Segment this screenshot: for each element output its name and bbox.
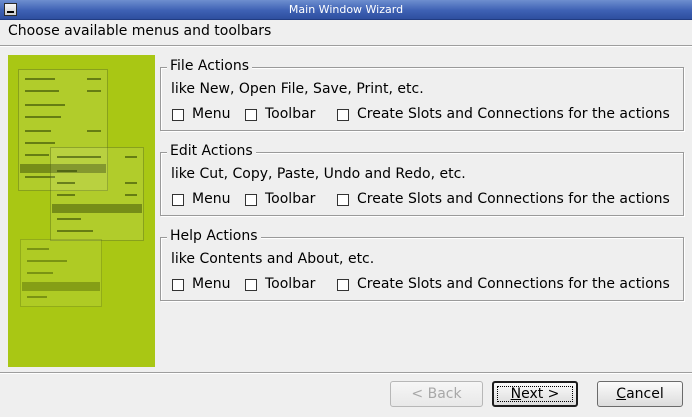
illustration-menu-3: [20, 239, 102, 307]
file-actions-description: like New, Open File, Save, Print, etc.: [171, 81, 424, 97]
checkbox-icon[interactable]: [245, 194, 257, 206]
help-toolbar-label: Toolbar: [265, 276, 316, 292]
checkbox-icon[interactable]: [245, 279, 257, 291]
help-actions-title: Help Actions: [167, 228, 261, 244]
help-slots-label: Create Slots and Connections for the act…: [357, 276, 670, 292]
help-menu-label: Menu: [192, 276, 231, 292]
help-actions-group: Help Actions like Contents and About, et…: [160, 228, 684, 301]
help-actions-description: like Contents and About, etc.: [171, 251, 375, 267]
cancel-button[interactable]: Cancel: [597, 381, 683, 407]
back-button-label: < Back: [411, 386, 462, 402]
page-heading: Choose available menus and toolbars: [8, 23, 272, 39]
cancel-label-rest: ancel: [626, 386, 664, 402]
edit-slots-label: Create Slots and Connections for the act…: [357, 191, 670, 207]
checkbox-icon[interactable]: [172, 194, 184, 206]
top-separator: [0, 45, 692, 47]
title-bar[interactable]: Main Window Wizard: [0, 0, 692, 20]
checkbox-icon[interactable]: [337, 109, 349, 121]
wizard-illustration: [8, 55, 155, 367]
window-title: Main Window Wizard: [288, 3, 404, 16]
cancel-button-label: Cancel: [616, 386, 663, 402]
bottom-separator: [0, 372, 692, 374]
file-slots-label: Create Slots and Connections for the act…: [357, 106, 670, 122]
checkbox-icon[interactable]: [172, 109, 184, 121]
checkbox-icon[interactable]: [337, 279, 349, 291]
checkbox-icon[interactable]: [245, 109, 257, 121]
edit-actions-title: Edit Actions: [167, 143, 256, 159]
cancel-mnemonic: C: [616, 386, 627, 402]
back-button[interactable]: < Back: [390, 381, 483, 407]
file-toolbar-label: Toolbar: [265, 106, 316, 122]
file-actions-title: File Actions: [167, 58, 253, 74]
edit-menu-label: Menu: [192, 191, 231, 207]
file-menu-label: Menu: [192, 106, 231, 122]
edit-actions-group: Edit Actions like Cut, Copy, Paste, Undo…: [160, 143, 684, 216]
checkbox-icon[interactable]: [337, 194, 349, 206]
checkbox-icon[interactable]: [172, 279, 184, 291]
illustration-menu-2: [50, 147, 144, 241]
edit-actions-description: like Cut, Copy, Paste, Undo and Redo, et…: [171, 166, 466, 182]
focus-ring: [497, 386, 573, 402]
file-actions-group: File Actions like New, Open File, Save, …: [160, 58, 684, 131]
next-button[interactable]: Next >: [492, 381, 578, 407]
edit-toolbar-label: Toolbar: [265, 191, 316, 207]
